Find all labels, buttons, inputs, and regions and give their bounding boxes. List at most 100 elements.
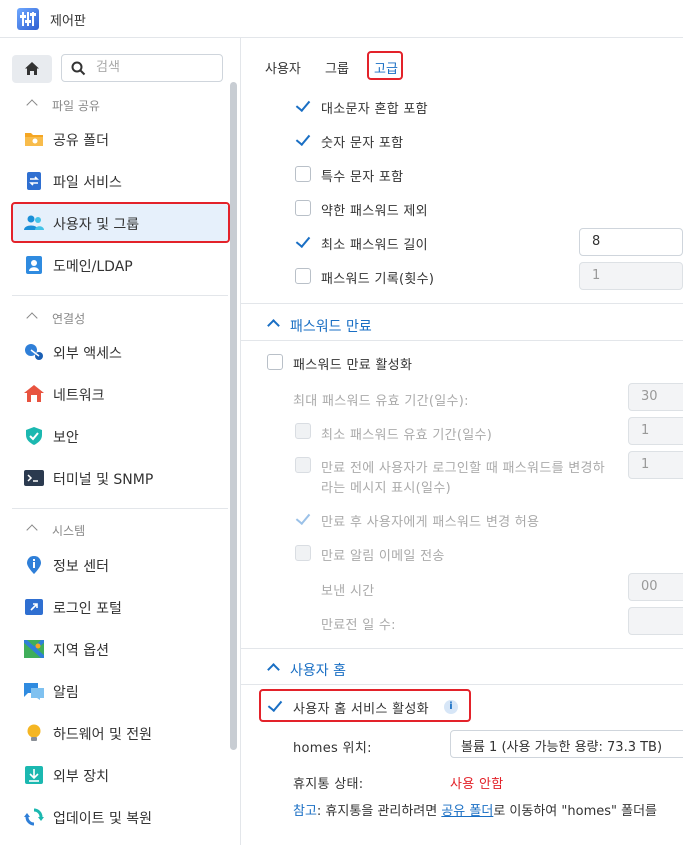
history-checkbox[interactable] bbox=[295, 268, 311, 284]
sidebar-item-info-center[interactable]: 정보 센터 bbox=[12, 546, 228, 584]
sidebar-item-label: 터미널 및 SNMP bbox=[53, 472, 154, 488]
note-prefix: 참고 bbox=[293, 804, 317, 819]
rule-label: 최소 패스워드 길이 bbox=[321, 238, 428, 253]
chevron-up-icon bbox=[267, 319, 280, 332]
days-before-label: 만료전 일 수: bbox=[321, 618, 396, 633]
prompt-label-line1: 만료 전에 사용자가 로그인할 때 패스워드를 변경하 bbox=[321, 461, 606, 476]
days-before-row: 만료전 일 수: bbox=[241, 607, 683, 635]
note-text: : 휴지통을 관리하려면 bbox=[316, 804, 442, 819]
mixed-case-checkbox[interactable] bbox=[295, 98, 311, 114]
info-icon[interactable]: i bbox=[444, 700, 458, 714]
sidebar-item-shared-folder[interactable]: 공유 폴더 bbox=[12, 120, 228, 158]
numeric-checkbox[interactable] bbox=[295, 132, 311, 148]
recycle-note: 참고: 휴지통을 관리하려면 공유 폴더로 이동하여 "homes" 폴더를 bbox=[293, 800, 657, 819]
sidebar-item-users-groups[interactable]: 사용자 및 그룹 bbox=[12, 204, 228, 242]
terminal-icon bbox=[24, 470, 44, 486]
sidebar-item-notification[interactable]: 알림 bbox=[12, 672, 228, 710]
min-validity-label: 최소 패스워드 유효 기간(일수) bbox=[321, 428, 493, 443]
prompt-days-input[interactable]: 1 bbox=[628, 451, 683, 479]
sidebar-item-external-devices[interactable]: 외부 장치 bbox=[12, 756, 228, 794]
active-tab-indicator bbox=[373, 78, 397, 80]
sidebar-item-network[interactable]: 네트워크 bbox=[12, 375, 228, 413]
sidebar-item-login-portal[interactable]: 로그인 포털 bbox=[12, 588, 228, 626]
note-text-tail: 로 이동하여 "homes" 폴더를 bbox=[493, 804, 657, 819]
regional-options-icon bbox=[24, 640, 44, 658]
expiry-enable-row: 패스워드 만료 활성화 bbox=[241, 348, 683, 376]
external-access-icon bbox=[25, 344, 43, 360]
rule-exclude-weak: 약한 패스워드 제외 bbox=[241, 194, 683, 222]
users-icon bbox=[24, 215, 44, 230]
recycle-status-value: 사용 안함 bbox=[450, 777, 504, 792]
bulb-icon bbox=[27, 724, 41, 741]
sidebar-item-label: 외부 액세스 bbox=[53, 346, 122, 362]
update-restore-icon bbox=[24, 808, 44, 826]
prompt-before-expiry-checkbox[interactable] bbox=[295, 457, 311, 473]
homes-location-label: homes 위치: bbox=[293, 741, 372, 756]
divider bbox=[241, 303, 683, 304]
control-panel-icon bbox=[17, 8, 39, 30]
sidebar-item-terminal-snmp[interactable]: 터미널 및 SNMP bbox=[12, 459, 228, 497]
sidebar-item-update-restore[interactable]: 업데이트 및 복원 bbox=[12, 798, 228, 836]
recycle-status-row: 휴지통 상태: 사용 안함 bbox=[241, 766, 683, 794]
tab-users[interactable]: 사용자 bbox=[265, 58, 301, 77]
allow-change-checkbox[interactable] bbox=[295, 511, 311, 527]
sidebar-item-label: 네트워크 bbox=[53, 388, 105, 404]
home-button[interactable] bbox=[12, 55, 52, 83]
days-before-input[interactable] bbox=[628, 607, 683, 635]
exclude-weak-checkbox[interactable] bbox=[295, 200, 311, 216]
shared-folder-link[interactable]: 공유 폴더 bbox=[441, 804, 493, 819]
group-heading: 패스워드 만료 bbox=[290, 319, 372, 335]
prompt-before-expiry-row: 만료 전에 사용자가 로그인할 때 패스워드를 변경하 라는 메시지 표시(일수… bbox=[241, 451, 683, 496]
divider bbox=[12, 295, 228, 296]
user-home-enable-checkbox[interactable] bbox=[267, 698, 283, 714]
group-heading: 사용자 홈 bbox=[290, 663, 346, 679]
sidebar-item-regional-options[interactable]: 지역 옵션 bbox=[12, 630, 228, 668]
tab-advanced[interactable]: 고급 bbox=[374, 58, 398, 77]
expiry-enable-checkbox[interactable] bbox=[267, 354, 283, 370]
rule-mixed-case: 대소문자 혼합 포함 bbox=[241, 92, 683, 120]
tab-bar: 사용자 그룹 고급 bbox=[241, 38, 683, 82]
sidebar-item-label: 사용자 및 그룹 bbox=[53, 217, 140, 233]
min-validity-row: 최소 패스워드 유효 기간(일수) 1 bbox=[241, 417, 683, 445]
sidebar-item-hardware-power[interactable]: 하드웨어 및 전원 bbox=[12, 714, 228, 752]
chevron-up-icon bbox=[26, 99, 38, 111]
max-validity-input[interactable]: 30 bbox=[628, 383, 683, 411]
section-label: 시스템 bbox=[52, 524, 86, 538]
special-char-checkbox[interactable] bbox=[295, 166, 311, 182]
allow-change-label: 만료 후 사용자에게 패스워드 변경 허용 bbox=[321, 515, 540, 530]
search-icon bbox=[71, 61, 86, 76]
min-validity-checkbox[interactable] bbox=[295, 423, 311, 439]
prompt-label-line2: 라는 메시지 표시(일수) bbox=[321, 481, 451, 496]
sidebar-item-external-access[interactable]: 외부 액세스 bbox=[12, 333, 228, 371]
user-home-enable-label: 사용자 홈 서비스 활성화 bbox=[293, 702, 429, 717]
search-box[interactable] bbox=[61, 54, 223, 82]
divider bbox=[241, 648, 683, 649]
sidebar-item-label: 지역 옵션 bbox=[53, 643, 109, 659]
send-time-input[interactable]: 00 bbox=[628, 573, 683, 601]
rule-history: 패스워드 기록(횟수) 1 bbox=[241, 262, 683, 290]
email-notify-label: 만료 알림 이메일 전송 bbox=[321, 549, 445, 564]
min-validity-input[interactable]: 1 bbox=[628, 417, 683, 445]
sidebar-item-label: 도메인/LDAP bbox=[53, 259, 133, 275]
rule-special: 특수 문자 포함 bbox=[241, 160, 683, 188]
history-input[interactable]: 1 bbox=[579, 262, 683, 290]
domain-icon bbox=[26, 256, 42, 274]
sidebar-item-security[interactable]: 보안 bbox=[12, 417, 228, 455]
tab-groups[interactable]: 그룹 bbox=[325, 58, 349, 77]
login-portal-icon bbox=[25, 599, 43, 615]
sidebar-item-file-services[interactable]: 파일 서비스 bbox=[12, 162, 228, 200]
sidebar-item-label: 로그인 포털 bbox=[53, 601, 122, 617]
notification-icon bbox=[24, 683, 44, 700]
email-notify-checkbox[interactable] bbox=[295, 545, 311, 561]
homes-location-select[interactable]: 볼륨 1 (사용 가능한 용량: 73.3 TB) bbox=[450, 730, 683, 758]
info-center-icon bbox=[27, 556, 41, 574]
user-home-enable-row: 사용자 홈 서비스 활성화 i bbox=[241, 692, 683, 720]
search-input[interactable] bbox=[94, 59, 218, 76]
shield-icon bbox=[26, 427, 42, 445]
min-length-input[interactable]: 8 bbox=[579, 228, 683, 256]
sidebar-item-label: 정보 센터 bbox=[53, 559, 109, 575]
sidebar-item-label: 외부 장치 bbox=[53, 769, 109, 785]
sidebar-scrollbar[interactable] bbox=[230, 82, 237, 750]
sidebar-item-domain-ldap[interactable]: 도메인/LDAP bbox=[12, 246, 228, 284]
min-length-checkbox[interactable] bbox=[295, 234, 311, 250]
